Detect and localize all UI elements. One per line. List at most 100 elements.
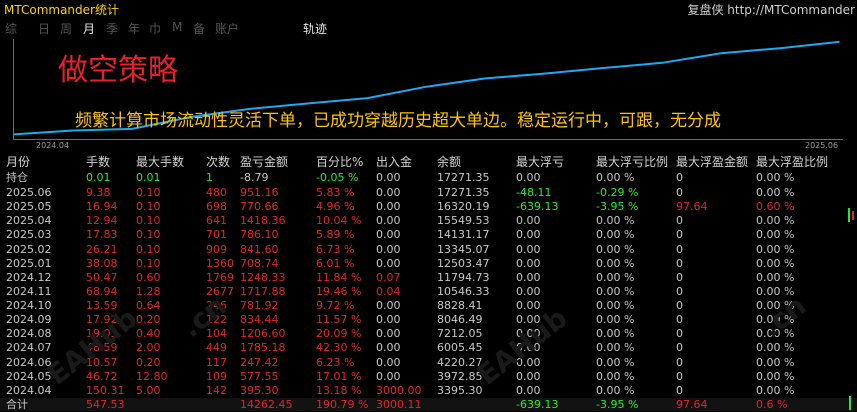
cell-balance: 7212.05 [437,327,483,341]
tab-8[interactable]: 备 [193,20,205,37]
cell-max_dd_pct: 0.00 % [596,313,635,327]
site-link[interactable]: 复盘侠 http://MTCommander [687,1,855,18]
cell-lots: 150.31 [86,383,125,397]
cell-max_dd_pct: 0.00 % [596,355,635,369]
x-tick-end: 2025.06 [805,141,839,150]
cell-period: 2025.01 [6,256,52,270]
cell-max_fp: 0 [676,369,683,383]
holding-row: 持仓 0.01 0.01 1 -8.79 -0.05 % 0.00 17271.35 0.00 0… [0,171,857,184]
equity-point [720,52,722,55]
cell-pnl: 1248.33 [240,270,286,284]
cell-lots: 19.03 [86,327,118,341]
tab-0[interactable]: 综 [5,20,17,37]
equity-point [661,61,664,64]
table-row: 2025.04 12.94 0.10 641 1418.36 10.04 % 0.00 155… [0,214,857,227]
cell-flow: 0.00 [376,369,401,383]
cell-max_dd_pct: -3.95 % [596,398,639,411]
tab-1[interactable]: 日 [38,20,50,37]
cell-max_dd: -639.13 [516,200,559,214]
cell-period: 2025.02 [6,242,52,256]
equity-point [838,41,840,43]
cell-max_fp: 0 [676,186,683,199]
cell-pct: 20.09 % [316,327,362,341]
table-row: 2024.11 68.94 1.28 2677 1717.88 19.46 % 0.04 10… [0,285,857,298]
cell-max_dd_pct: 0.00 % [596,214,635,228]
column-header: 盈亏金额 [240,155,289,169]
cell-pnl: 395.30 [240,383,279,397]
title-bar: MTCommander统计 复盘侠 http://MTCommander [0,0,857,19]
cell-pnl: -8.79 [240,171,269,184]
cell-pnl: 14262.45 [240,398,293,411]
tab-2[interactable]: 周 [60,20,72,37]
cell-max_fp_pct: 0.00 % [756,383,795,397]
cell-count: 909 [206,242,227,256]
cell-max_fp_pct: 0.00 % [756,299,795,313]
tab-9[interactable]: 账户 [215,20,239,37]
cell-period: 2024.11 [6,284,52,298]
cell-pct: 5.83 % [316,186,355,199]
column-header: 最大浮盈金额 [676,155,749,169]
equity-point [366,97,369,99]
cell-max_fp: 0 [676,214,683,228]
tab-6[interactable]: 巾 [149,20,161,37]
cell-count: 480 [206,186,227,199]
cell-max_dd_pct: 0.00 % [596,270,635,284]
cell-lots: 12.94 [86,214,118,228]
cell-max_dd: 0.00 [516,256,541,270]
cell-max_dd_pct: -3.95 % [596,200,639,214]
cell-balance: 17271.35 [437,171,490,184]
period-tab-bar: 综 日周月季年巾 M 备账户 轨迹 [0,20,857,37]
cell-max_dd: 0.00 [516,369,541,383]
cell-pct: 190.79 % [316,398,369,411]
cell-balance: 15549.53 [437,214,490,228]
column-header: 最大浮盈比例 [756,155,829,169]
cell-period: 2024.05 [6,369,52,383]
cell-lots: 50.47 [86,270,118,284]
cell-max_dd_pct: 0.00 % [596,242,635,256]
cell-pct: 42.30 % [316,341,362,355]
cell-pct: 6.73 % [316,242,355,256]
cell-pct: 9.72 % [316,299,355,313]
cell-max_fp: 97.64 [676,200,708,214]
cell-max_dd: 0.00 [516,341,541,355]
tab-3[interactable]: 月 [83,20,95,37]
table-row: 2025.01 38.08 0.10 1360 708.74 6.01 % 0.00 1250… [0,257,857,270]
cell-max_dd: 0.00 [516,355,541,369]
cell-count: 449 [206,341,227,355]
cell-flow: 0.00 [376,242,401,256]
cell-count: 2677 [206,284,234,298]
cell-balance: 10546.33 [437,284,490,298]
cell-max_fp_pct: 0.00 % [756,327,795,341]
cell-count: 641 [206,214,227,228]
cell-balance: 3395.30 [437,383,483,397]
cell-period: 持仓 [6,171,28,184]
cell-max_lots: 0.10 [136,242,161,256]
cell-max_lots: 0.60 [136,270,161,284]
tab-4[interactable]: 季 [106,20,118,37]
cell-flow: 0.07 [376,270,401,284]
tab-7[interactable]: M [172,20,182,34]
cell-max_fp_pct: 0.00 % [756,369,795,383]
column-header: 次数 [206,155,231,169]
column-header: 最大浮亏 [516,155,565,169]
tab-10[interactable]: 轨迹 [303,20,327,37]
cell-max_fp: 0 [676,355,683,369]
tab-5[interactable]: 年 [128,20,140,37]
cell-max_fp: 0 [676,270,683,284]
cell-pct: 10.04 % [316,214,362,228]
strategy-description: 频繁计算市场流动性灵活下单，已成功穿越历史超大单边。稳定运行中，可跟，无分成 [75,111,721,131]
column-header: 最大浮亏比例 [596,155,669,169]
cell-max_lots: 0.20 [136,355,161,369]
table-row: 2025.06 9.38 0.10 480 951.16 5.83 % 0.00 17271.… [0,186,857,199]
cell-pnl: 1717.88 [240,284,286,298]
cell-lots: 68.94 [86,284,118,298]
cell-max_fp: 0 [676,284,683,298]
cell-max_dd_pct: -0.29 % [596,186,639,199]
cell-max_fp: 0 [676,299,683,313]
cell-flow: 0.00 [376,299,401,313]
cell-max_dd: 0.00 [516,383,541,397]
total-row: 合计 547.53 14262.45 190.79 % 3000.11 -639.13 -3… [0,398,857,411]
cell-flow: 0.00 [376,186,401,199]
cell-max_fp_pct: 0.00 % [756,341,795,355]
equity-point [72,129,74,132]
